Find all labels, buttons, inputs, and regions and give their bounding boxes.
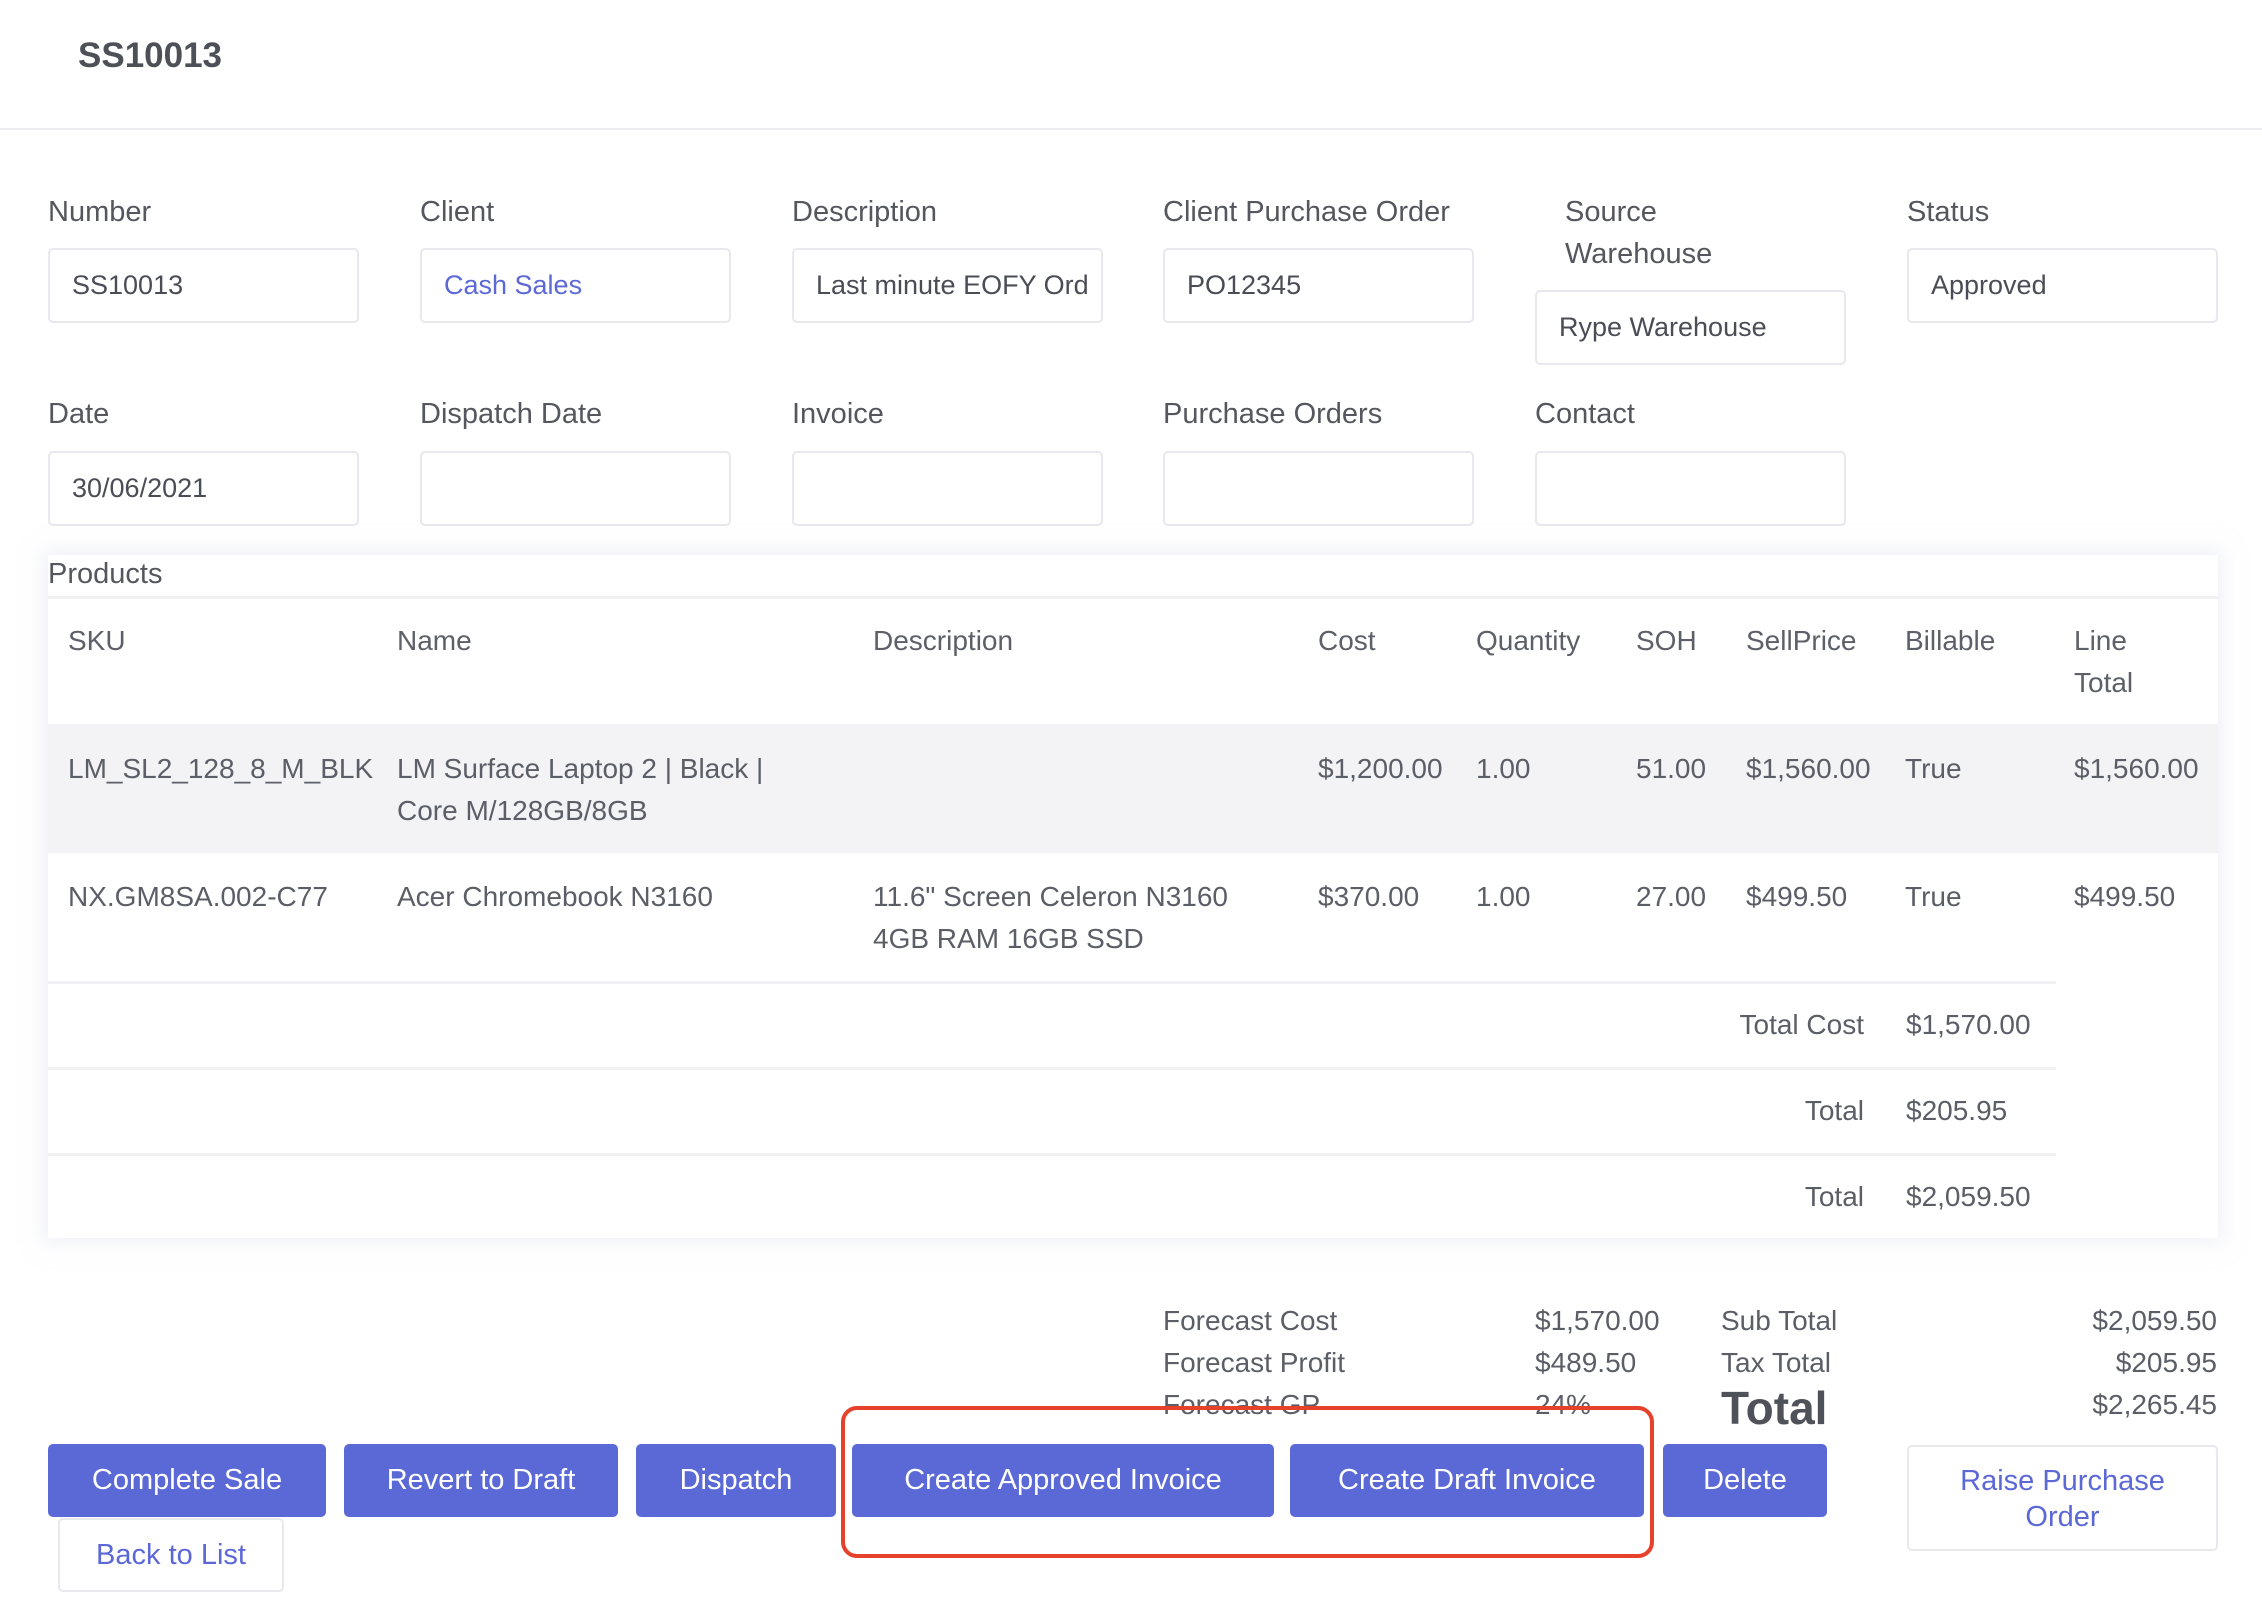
client-field[interactable]: Cash Sales	[420, 248, 731, 323]
table-row[interactable]	[48, 724, 2218, 853]
contact-label: Contact	[1535, 398, 1635, 430]
row-cost: $1,200.00	[1318, 753, 1443, 784]
client-label: Client	[420, 196, 495, 228]
row-sellprice: $499.50	[1746, 881, 1848, 912]
column-header-line-total-line1[interactable]: Line	[2074, 620, 2127, 662]
column-header-cost[interactable]: Cost	[1318, 620, 1376, 662]
raise-purchase-order-button[interactable]: Raise Purchase Order	[1907, 1445, 2218, 1551]
table-divider	[48, 596, 2218, 599]
forecast-gp-label: Forecast GP	[1163, 1389, 1321, 1420]
column-header-name[interactable]: Name	[397, 620, 472, 662]
description-label: Description	[792, 196, 938, 228]
purchase-orders-field[interactable]	[1163, 451, 1474, 526]
forecast-profit-value: $489.50	[1535, 1347, 1637, 1378]
column-header-sku[interactable]: SKU	[68, 620, 126, 662]
row-cost: $370.00	[1318, 881, 1420, 912]
subtotal-value: $2,059.50	[2092, 1305, 2217, 1336]
source-warehouse-label-line1: Source	[1565, 196, 1657, 228]
row-soh: 51.00	[1636, 753, 1707, 784]
number-field[interactable]: SS10013	[48, 248, 359, 323]
summary-tax-label: Total	[1804, 1095, 1864, 1126]
row-soh: 27.00	[1636, 881, 1707, 912]
dispatch-date-label: Dispatch Date	[420, 398, 603, 430]
row-billable: True	[1905, 753, 1962, 784]
number-label: Number	[48, 196, 152, 228]
row-sku: NX.GM8SA.002-C77	[68, 881, 328, 912]
date-field[interactable]: 30/06/2021	[48, 451, 359, 526]
status-field[interactable]: Approved	[1907, 248, 2218, 323]
delete-button[interactable]: Delete	[1663, 1444, 1827, 1517]
back-to-list-button[interactable]: Back to List	[58, 1518, 284, 1592]
complete-sale-button[interactable]: Complete Sale	[48, 1444, 326, 1517]
row-billable: True	[1905, 881, 1962, 912]
row-name-line1: Acer Chromebook N3160	[397, 881, 713, 912]
revert-to-draft-button[interactable]: Revert to Draft	[344, 1444, 618, 1517]
row-line-total: $1,560.00	[2074, 753, 2199, 784]
dispatch-button[interactable]: Dispatch	[636, 1444, 836, 1517]
row-quantity: 1.00	[1476, 753, 1531, 784]
description-field[interactable]: Last minute EOFY Ord	[792, 248, 1103, 323]
summary-divider	[48, 981, 2056, 984]
summary-total-cost-value: $1,570.00	[1906, 1009, 2031, 1040]
summary-total-value: $2,059.50	[1906, 1181, 2031, 1212]
row-quantity: 1.00	[1476, 881, 1531, 912]
column-header-billable[interactable]: Billable	[1905, 620, 1995, 662]
client-po-field[interactable]: PO12345	[1163, 248, 1474, 323]
date-label: Date	[48, 398, 110, 430]
summary-total-cost-label: Total Cost	[1739, 1009, 1865, 1040]
client-po-label: Client Purchase Order	[1163, 196, 1450, 228]
summary-divider	[48, 1067, 2056, 1070]
create-draft-invoice-button[interactable]: Create Draft Invoice	[1290, 1444, 1644, 1517]
raise-purchase-order-label-line2: Order	[2025, 1501, 2100, 1533]
column-header-line-total-line2[interactable]: Total	[2074, 662, 2133, 704]
create-approved-invoice-button[interactable]: Create Approved Invoice	[852, 1444, 1274, 1517]
summary-tax-value: $205.95	[1906, 1095, 2008, 1126]
column-header-quantity[interactable]: Quantity	[1476, 620, 1580, 662]
forecast-cost-value: $1,570.00	[1535, 1305, 1660, 1336]
products-title: Products	[48, 558, 163, 590]
summary-divider	[48, 1153, 2056, 1156]
column-header-soh[interactable]: SOH	[1636, 620, 1697, 662]
source-warehouse-field[interactable]: Rype Warehouse	[1535, 290, 1846, 365]
column-header-description[interactable]: Description	[873, 620, 1013, 662]
grand-total-label: Total	[1721, 1382, 1828, 1434]
invoice-field[interactable]	[792, 451, 1103, 526]
tax-total-label: Tax Total	[1721, 1347, 1831, 1378]
subtotal-label: Sub Total	[1721, 1305, 1838, 1336]
forecast-profit-label: Forecast Profit	[1163, 1347, 1346, 1378]
raise-purchase-order-label-line1: Raise Purchase	[1960, 1465, 2165, 1497]
row-sku: LM_SL2_128_8_M_BLK	[68, 753, 374, 784]
row-name-line2: Core M/128GB/8GB	[397, 795, 648, 826]
row-name-line1: LM Surface Laptop 2 | Black |	[397, 753, 764, 784]
purchase-orders-label: Purchase Orders	[1163, 398, 1383, 430]
forecast-gp-value: 24%	[1535, 1389, 1592, 1420]
header-divider	[0, 128, 2262, 130]
summary-total-label: Total	[1804, 1181, 1864, 1212]
source-warehouse-label-line2: Warehouse	[1565, 238, 1713, 270]
invoice-label: Invoice	[792, 398, 884, 430]
page-title: SS10013	[78, 36, 223, 75]
row-sellprice: $1,560.00	[1746, 753, 1871, 784]
tax-total-value: $205.95	[2115, 1347, 2217, 1378]
status-label: Status	[1907, 196, 1990, 228]
row-line-total: $499.50	[2074, 881, 2176, 912]
row-description-line1: 11.6" Screen Celeron N3160	[873, 881, 1228, 912]
dispatch-date-field[interactable]	[420, 451, 731, 526]
row-description-line2: 4GB RAM 16GB SSD	[873, 923, 1144, 954]
forecast-cost-label: Forecast Cost	[1163, 1305, 1338, 1336]
column-header-sellprice[interactable]: SellPrice	[1746, 620, 1856, 662]
contact-field[interactable]	[1535, 451, 1846, 526]
grand-total-value: $2,265.45	[2092, 1389, 2217, 1420]
